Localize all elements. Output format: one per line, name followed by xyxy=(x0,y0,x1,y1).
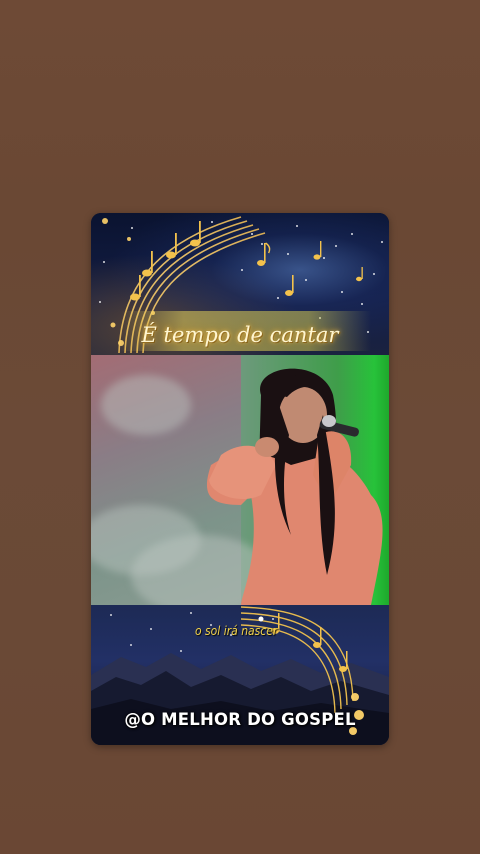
performer-video[interactable] xyxy=(91,355,389,605)
story-viewer-background: { "post": { "title": "É tempo de cantar"… xyxy=(0,0,480,854)
lyrics-subtitle: o sol irá nascer xyxy=(195,624,278,638)
singer-with-microphone-image xyxy=(206,368,383,605)
song-title: É tempo de cantar xyxy=(141,323,339,347)
channel-handle: @O MELHOR DO GOSPEL xyxy=(124,710,356,729)
story-card[interactable]: É tempo de cantar o sol irá nascer @O ME… xyxy=(91,213,389,745)
